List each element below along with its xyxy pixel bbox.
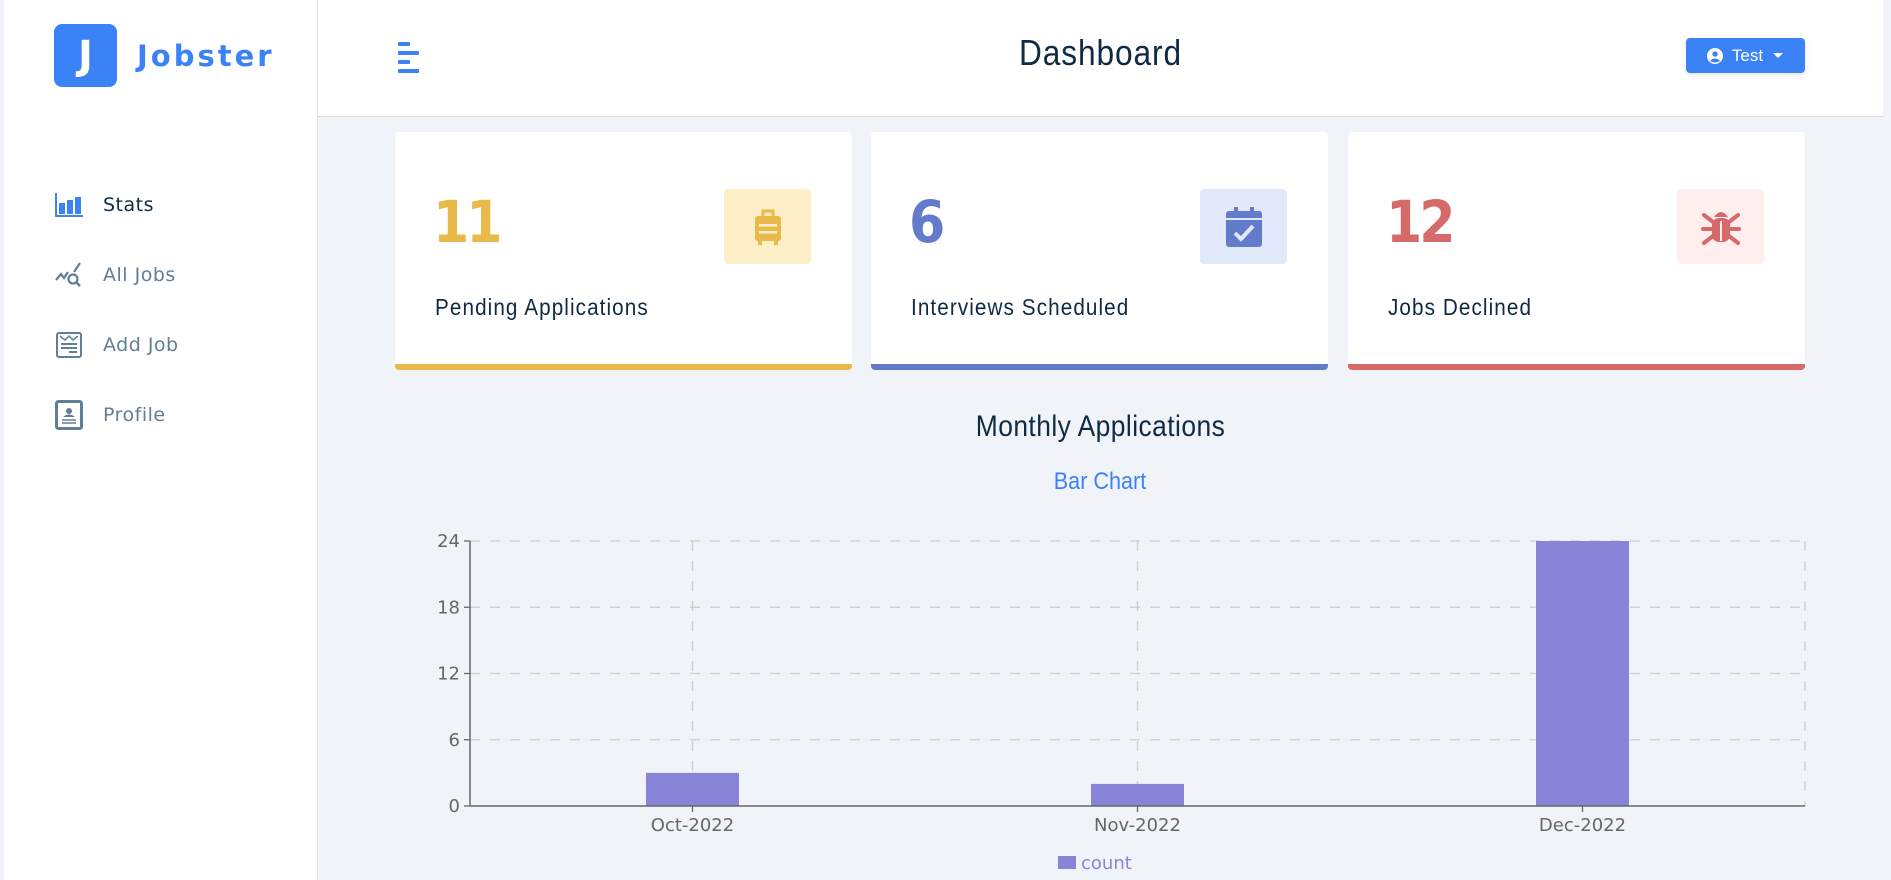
y-tick-label: 12	[437, 664, 460, 685]
x-tick-label: Oct-2022	[651, 815, 734, 836]
y-tick-label: 6	[449, 730, 460, 751]
bar-dec-2022	[1536, 541, 1629, 806]
legend-swatch	[1058, 856, 1076, 869]
x-tick-label: Nov-2022	[1094, 815, 1181, 836]
y-tick-label: 0	[449, 796, 460, 817]
bar-chart: 0 6 12 18 24 Oct-2022 Nov-2022 Dec-2022 count	[437, 531, 1806, 874]
bar-oct-2022	[646, 772, 739, 806]
x-tick-label: Dec-2022	[1539, 815, 1626, 836]
bar-nov-2022	[1091, 783, 1184, 806]
legend-label: count	[1081, 853, 1132, 874]
y-tick-label: 18	[437, 597, 460, 618]
y-tick-label: 24	[437, 531, 460, 552]
